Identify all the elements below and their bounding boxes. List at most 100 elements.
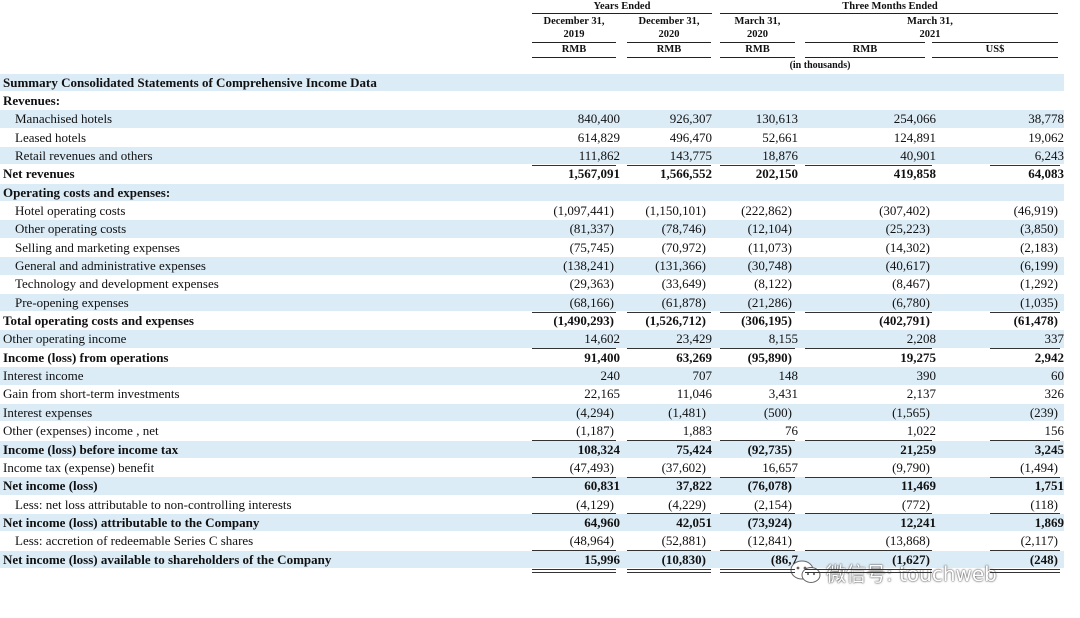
subtotal-underline — [532, 476, 616, 478]
cell-value: 1,566,552 — [660, 166, 712, 182]
row-label: Manachised hotels — [15, 111, 113, 127]
subtotal-underline — [720, 348, 795, 350]
cell-value: 1,567,091 — [568, 166, 620, 182]
cell-value: (307,402) — [879, 202, 930, 218]
currency-rmb-2: RMB — [656, 44, 682, 55]
row-label: General and administrative expenses — [15, 258, 206, 273]
cell-value: 2,208 — [906, 331, 936, 347]
row-label: Net income (loss) attributable to the Co… — [3, 514, 260, 530]
cell-value: 23,429 — [676, 331, 712, 347]
row-label: Income (loss) before income tax — [3, 441, 179, 457]
col3-date-header: March 31, 2020 — [720, 15, 795, 41]
cell-value: (239) — [1029, 404, 1058, 420]
cell-value: 52,661 — [762, 129, 798, 145]
cell-value: (95,890) — [747, 349, 792, 365]
cell-value: (2,154) — [754, 496, 792, 512]
row-label: Interest income — [3, 368, 84, 384]
subtotal-underline — [990, 440, 1060, 441]
table-row: Interest expenses (4,294) (1,481) (500) (1,5… — [0, 403, 1064, 422]
cell-value: 1,869 — [1034, 514, 1064, 530]
row-label: Hotel operating costs — [15, 202, 126, 218]
subtotal-underline — [532, 440, 616, 441]
cell-value: 60 — [1051, 368, 1064, 384]
table-row: General and administrative expenses (138,… — [0, 257, 1064, 275]
cell-value: (9,790) — [892, 459, 930, 475]
cell-value: (1,494) — [1020, 459, 1058, 475]
table-row: Income tax (expense) benefit (47,493) (37,… — [0, 459, 1064, 477]
in-thousands-note: (in thousands) — [789, 60, 851, 71]
cell-value: 64,960 — [584, 514, 620, 530]
cell-value: (47,493) — [569, 459, 614, 475]
subtotal-underline — [805, 348, 932, 350]
cell-value: 11,469 — [900, 478, 936, 494]
subtotal-underline — [532, 164, 616, 166]
years-ended-header: Years Ended — [593, 1, 651, 12]
subtotal-underline — [720, 476, 795, 478]
cell-value: (25,223) — [885, 221, 930, 237]
cell-value: (10,830) — [661, 551, 706, 567]
cell-value: (222,862) — [741, 202, 792, 218]
cell-value: (21,286) — [747, 294, 792, 310]
cell-value: (1,481) — [668, 404, 706, 420]
table-row: Total operating costs and expenses (1,490… — [0, 312, 1064, 330]
cell-value: (4,129) — [576, 496, 614, 512]
row-label: Selling and marketing expenses — [15, 239, 180, 255]
cell-value: 60,831 — [584, 478, 620, 494]
subtotal-underline — [627, 550, 711, 552]
cell-value: (92,735) — [747, 441, 792, 457]
col2-date-line2: 2020 — [658, 29, 680, 40]
table-row: Revenues: — [0, 92, 1064, 110]
subtotal-underline — [805, 440, 932, 441]
cell-value: (3,850) — [1020, 221, 1058, 237]
row-label: Net revenues — [3, 166, 75, 182]
subtotal-underline — [720, 513, 795, 515]
subtotal-underline — [805, 513, 932, 515]
cell-value: 143,775 — [669, 147, 712, 163]
row-label: Income (loss) from operations — [3, 349, 169, 365]
cell-value: 42,051 — [676, 514, 712, 530]
cell-value: (306,195) — [741, 313, 792, 329]
cell-value: 390 — [916, 368, 937, 384]
cell-value: 840,400 — [577, 111, 620, 127]
row-label: Summary Consolidated Statements of Compr… — [3, 74, 377, 90]
subtotal-underline — [720, 311, 795, 313]
cell-value: (2,183) — [1020, 239, 1058, 255]
table-row: Net revenues 1,567,091 1,566,552 202,150 419… — [0, 165, 1064, 183]
header-divider — [532, 13, 712, 14]
subtotal-underline — [627, 311, 711, 313]
cell-value: (2,117) — [1020, 533, 1058, 549]
cell-value: 130,613 — [755, 111, 798, 127]
col3-date-line1: March 31, — [734, 16, 781, 27]
cell-value: (29,363) — [569, 276, 614, 292]
cell-value: 148 — [778, 368, 799, 384]
cell-value: (4,294) — [576, 404, 614, 420]
row-label: Less: net loss attributable to non-contr… — [15, 496, 292, 512]
cell-value: (52,881) — [661, 533, 706, 549]
table-row: Less: accretion of redeemable Series C s… — [0, 532, 1064, 550]
cell-value: 240 — [600, 368, 621, 384]
cell-value: (40,617) — [885, 258, 930, 273]
cell-value: (402,791) — [879, 313, 930, 329]
cell-value: 202,150 — [755, 166, 798, 182]
subtotal-underline — [720, 164, 795, 166]
cell-value: 1,883 — [682, 423, 712, 439]
cell-value: 15,996 — [584, 551, 620, 567]
row-label: Gain from short-term investments — [3, 386, 180, 402]
row-label: Pre-opening expenses — [15, 294, 129, 310]
cell-value: 64,083 — [1028, 166, 1064, 182]
row-label: Net income (loss) — [3, 478, 98, 494]
cell-value: (12,841) — [747, 533, 792, 549]
cell-value: 3,245 — [1034, 441, 1064, 457]
currency-underline — [932, 57, 1058, 58]
table-row: Technology and development expenses (29,3… — [0, 275, 1064, 293]
cell-value: (1,292) — [1020, 276, 1058, 292]
cell-value: 14,602 — [584, 331, 620, 347]
cell-value: 614,829 — [577, 129, 620, 145]
cell-value: 1,751 — [1034, 478, 1064, 494]
cell-value: 254,066 — [893, 111, 936, 127]
cell-value: (6,780) — [892, 294, 930, 310]
cell-value: (8,122) — [754, 276, 792, 292]
cell-value: (500) — [763, 404, 792, 420]
col1-date-line1: December 31, — [543, 16, 605, 27]
table-row: Leased hotels 614,829 496,470 52,661 124,891… — [0, 129, 1064, 147]
